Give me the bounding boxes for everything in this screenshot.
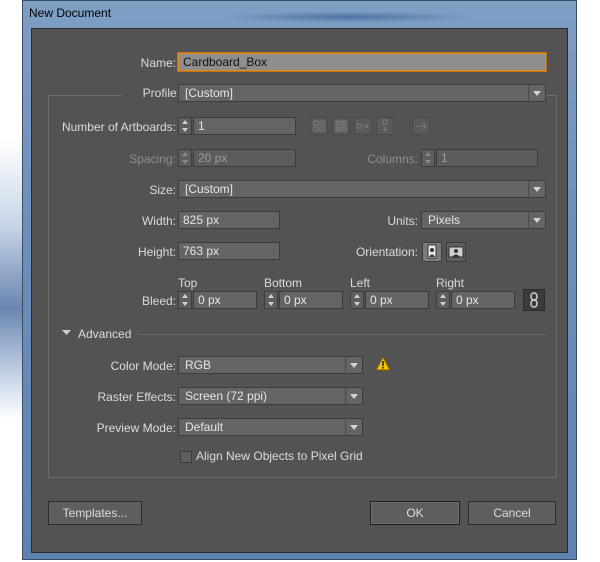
landscape-icon	[448, 246, 464, 258]
spacing-stepper[interactable]	[178, 149, 192, 167]
artboards-stepper[interactable]	[178, 117, 192, 135]
profile-label: Profile:	[122, 86, 180, 100]
width-input[interactable]: 825 px	[178, 211, 280, 229]
chain-link-icon	[530, 292, 538, 308]
bleed-top-label: Top	[178, 276, 198, 290]
desktop-background-accent	[0, 140, 22, 420]
profile-select-value: [Custom]	[185, 86, 234, 100]
arrange-by-column-icon[interactable]	[376, 117, 394, 135]
profile-select[interactable]: [Custom]	[178, 84, 546, 102]
spacing-input[interactable]: 20 px	[193, 149, 296, 167]
spacing-label: Spacing:	[129, 152, 176, 166]
chevron-down-icon	[345, 388, 362, 404]
portrait-orientation-button[interactable]	[422, 242, 442, 262]
width-label: Width:	[141, 214, 176, 228]
columns-label: Columns:	[367, 152, 418, 166]
units-select[interactable]: Pixels	[421, 211, 546, 229]
templates-button[interactable]: Templates...	[48, 501, 142, 525]
chevron-down-icon	[528, 212, 545, 228]
advanced-divider	[138, 334, 546, 335]
preview-mode-label: Preview Mode:	[96, 421, 176, 435]
color-mode-label: Color Mode:	[110, 359, 176, 373]
landscape-orientation-button[interactable]	[446, 242, 466, 262]
preview-mode-select-value: Default	[185, 420, 224, 434]
units-label: Units:	[387, 214, 418, 228]
arrange-by-row-icon[interactable]	[354, 117, 372, 135]
align-pixel-grid-checkbox[interactable]	[180, 451, 192, 463]
bleed-left-label: Left	[350, 276, 371, 290]
title-bar-glow	[223, 11, 473, 23]
height-label: Height:	[137, 245, 176, 259]
preview-mode-select[interactable]: Default	[178, 418, 363, 436]
cancel-button[interactable]: Cancel	[468, 501, 556, 525]
triangle-down-icon[interactable]	[62, 329, 72, 337]
artboards-input[interactable]: 1	[193, 117, 296, 135]
name-input[interactable]: Cardboard_Box	[178, 53, 546, 71]
size-label: Size:	[149, 183, 176, 197]
height-input[interactable]: 763 px	[178, 242, 280, 260]
chevron-down-icon	[345, 419, 362, 435]
bleed-left-input[interactable]: 0 px	[365, 291, 429, 309]
align-pixel-grid-label[interactable]: Align New Objects to Pixel Grid	[196, 449, 396, 463]
right-to-left-layout-icon[interactable]	[412, 117, 430, 135]
link-bleed-button[interactable]	[523, 289, 545, 311]
size-select[interactable]: [Custom]	[178, 180, 546, 198]
bleed-right-stepper[interactable]	[436, 291, 450, 309]
grid-by-column-icon[interactable]	[332, 117, 350, 135]
raster-effects-select[interactable]: Screen (72 ppi)	[178, 387, 363, 405]
new-document-window: New Document Name: Cardboard_Box Profile…	[22, 0, 577, 560]
bleed-label: Bleed:	[141, 294, 176, 308]
chevron-down-icon	[528, 181, 545, 197]
bleed-bottom-input[interactable]: 0 px	[279, 291, 343, 309]
color-mode-select-value: RGB	[185, 358, 212, 372]
raster-effects-select-value: Screen (72 ppi)	[185, 389, 268, 403]
bleed-right-label: Right	[436, 276, 465, 290]
bleed-right-input[interactable]: 0 px	[451, 291, 515, 309]
portrait-icon	[427, 244, 437, 259]
warning-icon	[375, 356, 391, 371]
window-title: New Document	[29, 6, 112, 20]
chevron-down-icon	[345, 357, 362, 373]
color-mode-select[interactable]: RGB	[178, 356, 363, 374]
title-bar[interactable]: New Document	[23, 1, 576, 29]
bleed-left-stepper[interactable]	[350, 291, 364, 309]
new-document-dialog: Name: Cardboard_Box Profile: [Custom] Nu…	[31, 28, 568, 553]
artboards-label: Number of Artboards:	[61, 120, 176, 134]
bleed-bottom-stepper[interactable]	[264, 291, 278, 309]
grid-by-row-icon[interactable]	[310, 117, 328, 135]
ok-button[interactable]: OK	[370, 501, 460, 525]
size-select-value: [Custom]	[185, 182, 234, 196]
units-select-value: Pixels	[428, 213, 461, 227]
columns-input[interactable]: 1	[436, 149, 538, 167]
bleed-bottom-label: Bottom	[264, 276, 303, 290]
bleed-top-stepper[interactable]	[178, 291, 192, 309]
bleed-top-input[interactable]: 0 px	[193, 291, 257, 309]
raster-effects-label: Raster Effects:	[97, 390, 176, 404]
name-label: Name:	[140, 56, 176, 70]
chevron-down-icon	[528, 85, 545, 101]
orientation-label: Orientation:	[355, 245, 418, 259]
columns-stepper[interactable]	[421, 149, 435, 167]
